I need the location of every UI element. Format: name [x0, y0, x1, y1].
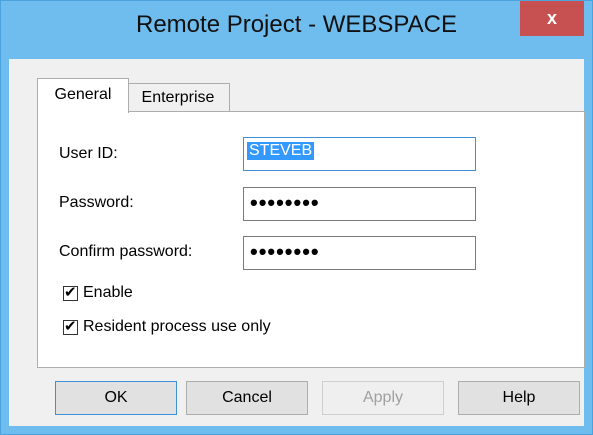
dialog-window: Remote Project - WEBSPACE x General Ente…	[0, 0, 593, 435]
user-id-input[interactable]: STEVEB	[243, 137, 476, 171]
checkmark-icon: ✔	[64, 318, 77, 335]
user-id-label: User ID:	[59, 145, 118, 162]
tab-general[interactable]: General	[37, 78, 129, 113]
enable-label[interactable]: Enable	[83, 284, 133, 302]
title-bar[interactable]: Remote Project - WEBSPACE x	[1, 1, 592, 59]
password-input[interactable]: ••••••••	[243, 187, 476, 221]
close-button[interactable]: x	[520, 1, 584, 36]
apply-button[interactable]: Apply	[322, 381, 444, 415]
password-label: Password:	[59, 194, 134, 211]
confirm-password-masked-value: ••••••••	[250, 239, 320, 264]
checkmark-icon: ✔	[64, 284, 77, 301]
resident-process-checkbox[interactable]: ✔	[63, 318, 78, 335]
close-icon: x	[546, 8, 557, 28]
help-button[interactable]: Help	[458, 381, 580, 415]
cancel-button[interactable]: Cancel	[186, 381, 308, 415]
user-id-value: STEVEB	[247, 142, 315, 160]
tab-enterprise-label: Enterprise	[141, 89, 215, 106]
window-title: Remote Project - WEBSPACE	[136, 11, 457, 38]
ok-button[interactable]: OK	[55, 381, 177, 415]
tab-general-label: General	[54, 86, 112, 103]
dialog-client-area: General Enterprise User ID: STEVEB Passw…	[9, 59, 585, 426]
confirm-password-label: Confirm password:	[59, 243, 193, 260]
resident-process-label[interactable]: Resident process use only	[83, 318, 271, 336]
confirm-password-input[interactable]: ••••••••	[243, 236, 476, 270]
tab-enterprise[interactable]: Enterprise	[126, 83, 230, 112]
password-masked-value: ••••••••	[250, 190, 320, 215]
tab-panel-general: User ID: STEVEB Password: •••••••• Confi…	[37, 111, 585, 368]
enable-checkbox[interactable]: ✔	[63, 284, 78, 301]
